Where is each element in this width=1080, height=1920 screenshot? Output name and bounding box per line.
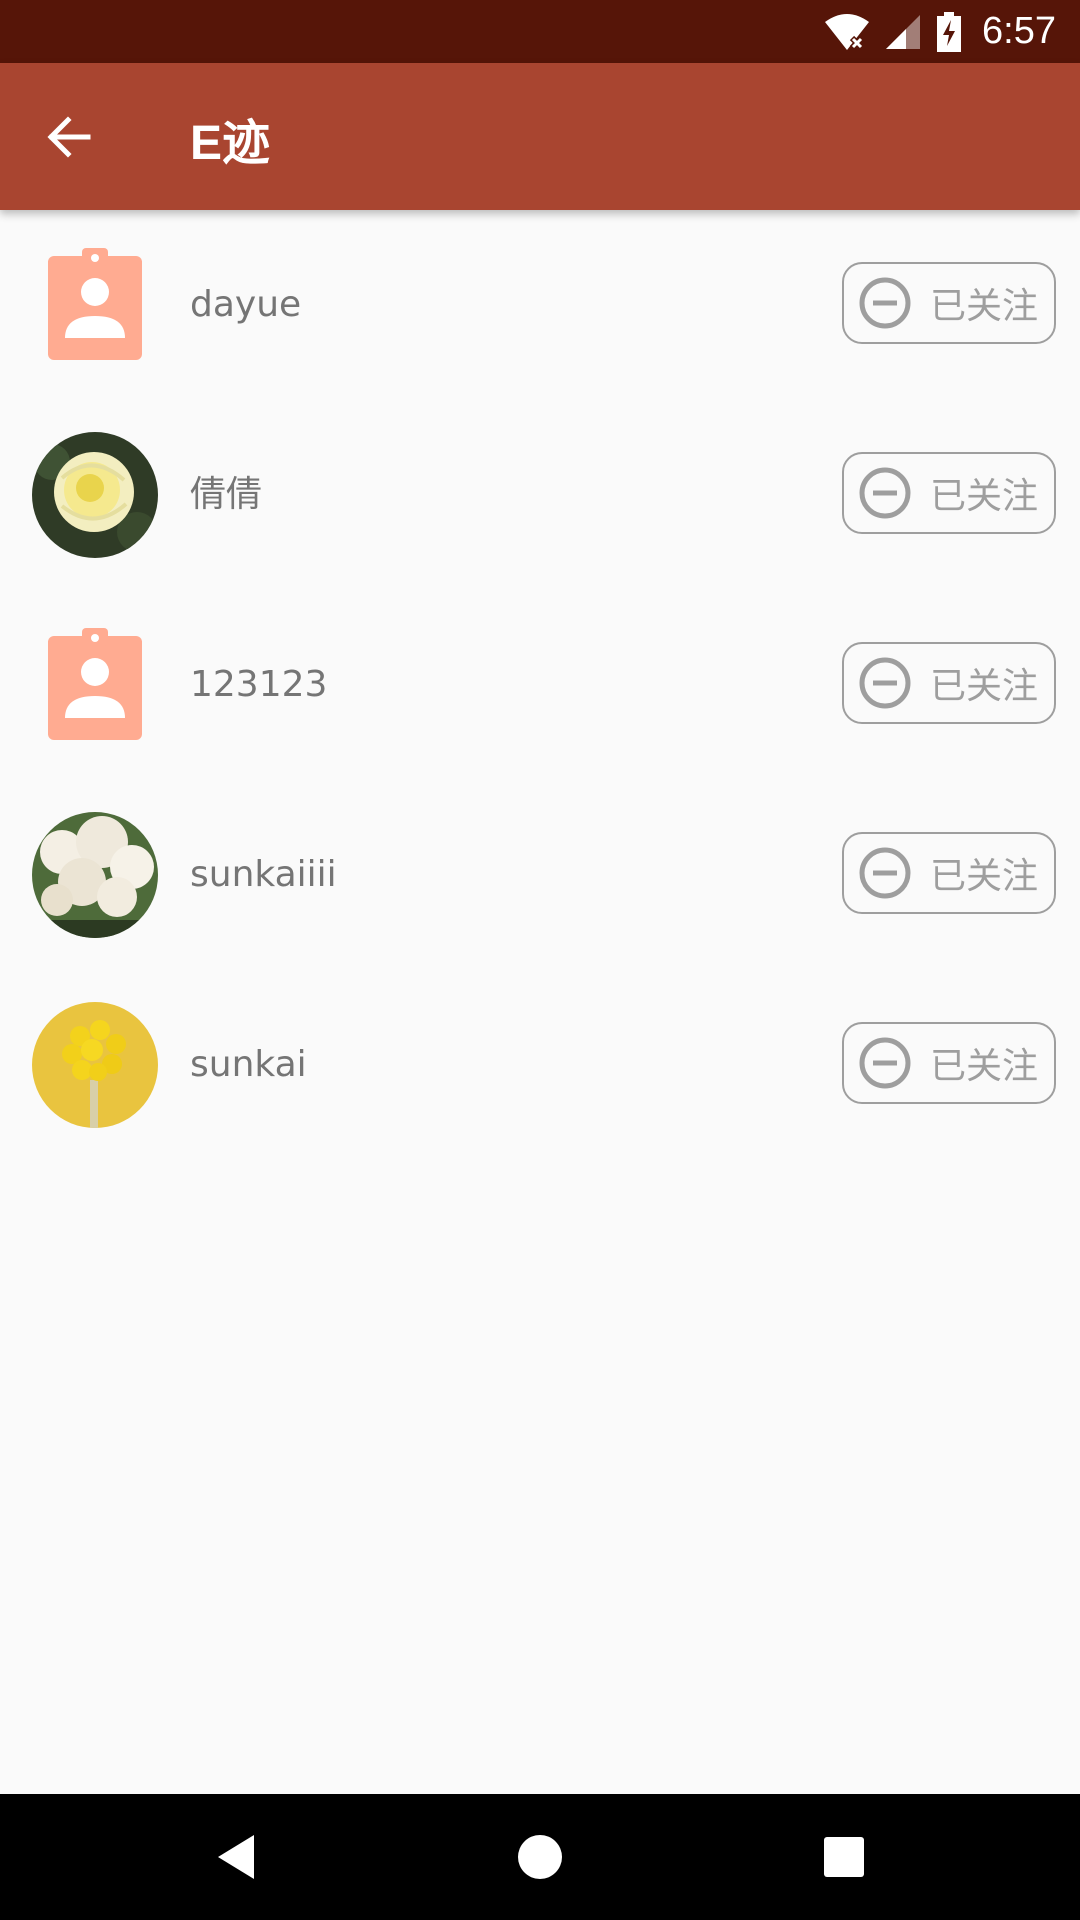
user-name: sunkai	[190, 1044, 307, 1085]
list-item[interactable]: 倩倩 已关注	[0, 400, 1080, 590]
following-button[interactable]: 已关注	[842, 832, 1056, 914]
recents-square-icon	[824, 1837, 864, 1877]
nav-home-button[interactable]	[510, 1827, 570, 1887]
following-button-label: 已关注	[930, 286, 1039, 327]
status-bar: 6:57	[0, 0, 1080, 63]
following-button[interactable]: 已关注	[842, 1022, 1056, 1104]
user-name: 倩倩	[190, 474, 263, 515]
following-button-label: 已关注	[930, 666, 1039, 707]
user-name: sunkaiiii	[190, 854, 337, 895]
minus-circle-icon	[859, 277, 911, 329]
following-button[interactable]: 已关注	[842, 452, 1056, 534]
following-button-label: 已关注	[930, 476, 1039, 517]
navigation-bar	[0, 1794, 1080, 1920]
yellow-rose-photo	[32, 432, 158, 558]
avatar	[32, 432, 158, 558]
minus-circle-icon	[859, 847, 911, 899]
list-item[interactable]: 123123 已关注	[0, 590, 1080, 780]
contact-placeholder-icon	[48, 248, 142, 360]
status-time: 6:57	[982, 10, 1056, 52]
following-list: dayue 已关注 倩倩 已关注 123123 已关注 sunkaiiii 已关…	[0, 210, 1080, 1160]
cell-signal-icon	[886, 14, 921, 49]
minus-circle-icon	[859, 1037, 911, 1089]
battery-charging-icon	[937, 11, 962, 52]
avatar	[32, 1002, 158, 1128]
list-item[interactable]: sunkaiiii 已关注	[0, 780, 1080, 970]
avatar	[32, 812, 158, 938]
following-button-label: 已关注	[930, 856, 1039, 897]
wifi-icon	[825, 13, 870, 50]
back-button[interactable]	[40, 107, 100, 167]
yellow-billy-buttons-photo	[32, 1002, 158, 1128]
avatar	[32, 622, 158, 748]
avatar	[32, 242, 158, 368]
app-bar: E迹	[0, 63, 1080, 210]
arrow-left-icon	[47, 116, 91, 158]
white-blossom-photo	[32, 812, 158, 938]
following-button[interactable]: 已关注	[842, 642, 1056, 724]
user-name: dayue	[190, 284, 302, 325]
minus-circle-icon	[859, 657, 911, 709]
nav-recents-button[interactable]	[814, 1827, 874, 1887]
list-item[interactable]: dayue 已关注	[0, 210, 1080, 400]
list-item[interactable]: sunkai 已关注	[0, 970, 1080, 1160]
minus-circle-icon	[859, 467, 911, 519]
page-title: E迹	[190, 117, 271, 170]
nav-back-button[interactable]	[206, 1827, 266, 1887]
status-icons: 6:57	[824, 0, 1056, 63]
home-circle-icon	[518, 1835, 562, 1879]
user-name: 123123	[190, 664, 328, 705]
back-triangle-icon	[218, 1835, 254, 1879]
contact-placeholder-icon	[48, 628, 142, 740]
following-button-label: 已关注	[930, 1046, 1039, 1087]
following-button[interactable]: 已关注	[842, 262, 1056, 344]
